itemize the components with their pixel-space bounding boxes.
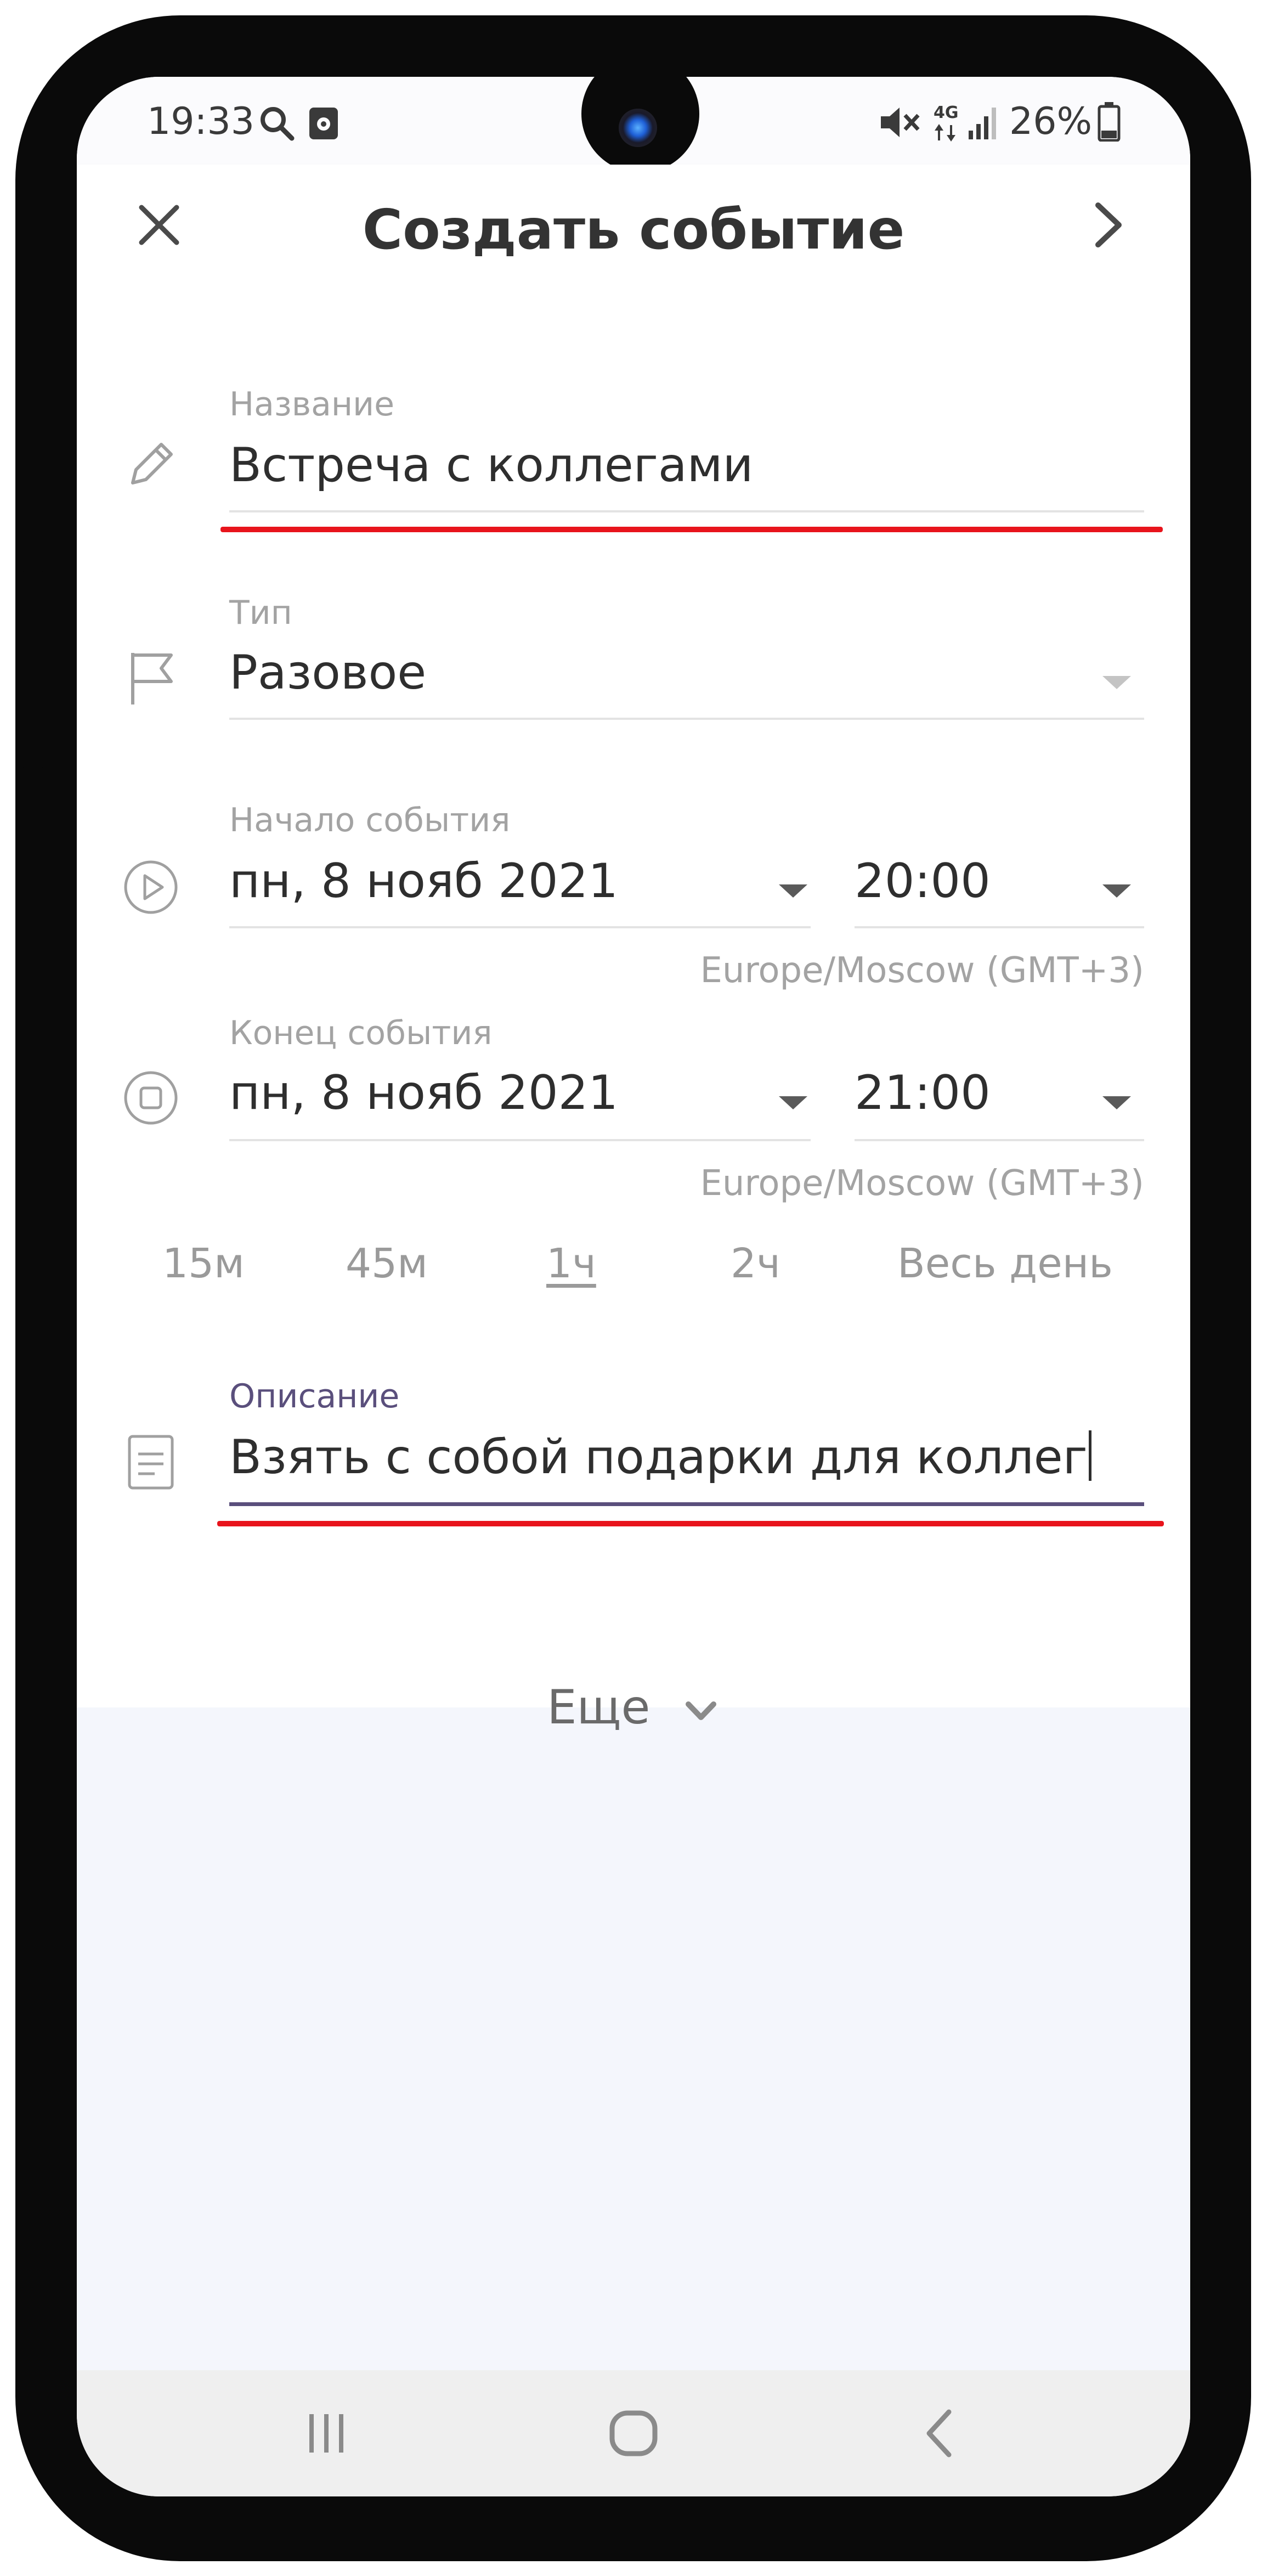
name-field-value[interactable]: Встреча с коллегами [229,438,753,493]
stop-circle-icon [124,1071,178,1125]
data-arrows-icon [935,124,955,142]
event-form: Название Встреча с коллегами Тип Разовое… [77,286,1190,1735]
battery-icon [1098,102,1121,142]
annotation-underline [220,527,1163,532]
camera-lens [619,109,657,147]
start-date-dropdown-arrow [779,884,807,898]
duration-15m-button[interactable]: 15м [162,1240,245,1287]
start-date-underline [229,926,811,928]
play-circle-icon [124,860,178,914]
more-toggle[interactable]: Еще [77,1680,1190,1735]
phone-screen: 19:33 4G 26% Создать событие Название Вс… [77,77,1190,2496]
type-field-value: Разовое [229,645,427,700]
end-date-underline [229,1139,811,1141]
search-icon [261,107,295,141]
start-time-dropdown-arrow [1102,884,1131,898]
recent-apps-icon[interactable] [291,2398,362,2469]
app-header: Создать событие [77,165,1190,286]
back-icon[interactable] [905,2398,976,2469]
signal-icon [969,108,996,139]
description-field-label: Описание [229,1377,400,1416]
start-time-value: 20:00 [855,854,991,909]
duration-all-day-button[interactable]: Весь день [897,1240,1113,1287]
mute-icon [881,108,920,137]
document-icon [128,1435,174,1490]
pencil-icon [131,443,173,484]
system-nav-bar [77,2370,1190,2496]
end-time-underline [855,1139,1144,1141]
end-date-dropdown-arrow [779,1096,807,1109]
description-field-underline [229,1502,1144,1506]
page-title: Создать событие [362,198,905,262]
end-time-dropdown-arrow [1102,1096,1131,1109]
flag-icon [131,653,173,704]
text-cursor [1088,1430,1091,1481]
network-type-label: 4G [934,103,959,122]
start-date-value: пн, 8 нояб 2021 [229,854,618,909]
type-dropdown-arrow [1102,676,1131,689]
description-field-value[interactable]: Взять с собой подарки для коллег [229,1430,1091,1485]
duration-1h-button[interactable]: 1ч [546,1240,596,1287]
battery-percent: 26% [1009,100,1093,143]
duration-2h-button[interactable]: 2ч [731,1240,780,1287]
start-timezone[interactable]: Europe/Moscow (GMT+3) [700,950,1144,991]
type-field-underline [229,718,1144,720]
duration-45m-button[interactable]: 45м [346,1240,428,1287]
status-time: 19:33 [147,100,254,143]
name-field-underline [229,510,1144,512]
volume-down-button [16,801,49,1010]
more-label: Еще [547,1680,651,1735]
power-button [1218,658,1251,955]
volume-up-button [16,571,49,768]
end-time-value: 21:00 [855,1066,991,1120]
name-field-label: Название [229,385,395,424]
annotation-underline-description [217,1521,1164,1526]
end-date-value: пн, 8 нояб 2021 [229,1066,618,1120]
chevron-right-icon[interactable] [1075,192,1141,258]
type-field-label: Тип [229,594,292,632]
start-time-underline [855,926,1144,928]
home-icon[interactable] [598,2398,669,2469]
end-field-label: Конец события [229,1014,493,1052]
description-text: Взять с собой подарки для коллег [229,1430,1088,1485]
chevron-down-icon [685,1701,716,1720]
start-field-label: Начало события [229,801,511,839]
end-timezone[interactable]: Europe/Moscow (GMT+3) [700,1163,1144,1204]
recorder-notification-icon [309,108,338,139]
